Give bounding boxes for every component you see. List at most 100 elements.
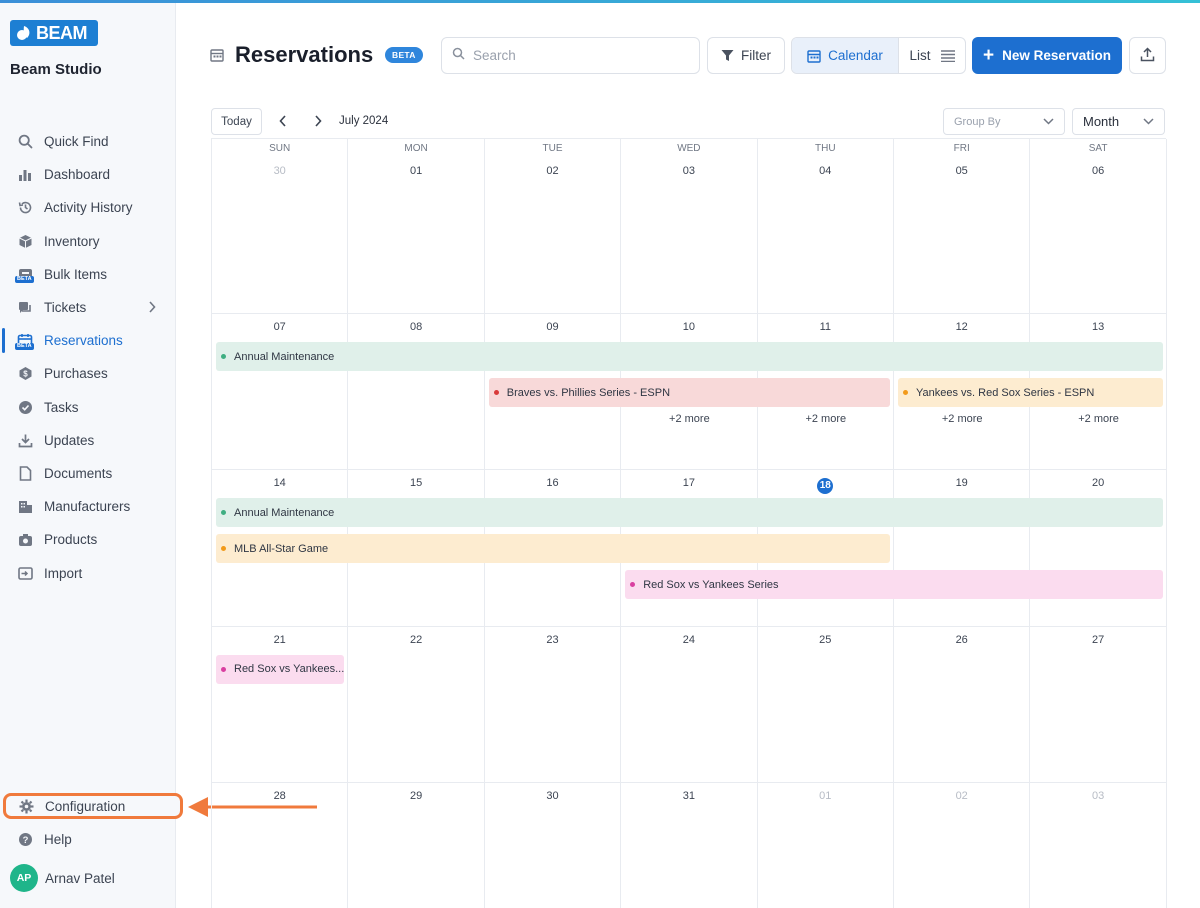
day-cell[interactable]: 24 [621, 626, 758, 783]
check-circle-icon [16, 398, 34, 416]
new-reservation-button[interactable]: + New Reservation [972, 37, 1122, 74]
day-cell[interactable]: 01 [758, 782, 894, 908]
day-cell[interactable]: 07 [212, 314, 349, 471]
reservation-event[interactable]: MLB All-Star Game [216, 534, 890, 564]
day-cell[interactable]: 04 [757, 158, 894, 315]
sidebar-item-updates[interactable]: Updates [0, 424, 176, 457]
calendar-icon [210, 48, 224, 67]
sidebar-item-label: Quick Find [44, 134, 109, 150]
filter-button[interactable]: Filter [707, 37, 785, 74]
day-cell[interactable]: 19 [894, 470, 1031, 627]
weekday-header: WED [621, 139, 758, 158]
next-month-button[interactable] [310, 113, 326, 129]
day-cell[interactable]: 29 [348, 782, 485, 908]
beam-logo[interactable]: BEAM [10, 20, 98, 46]
day-cell[interactable]: 25 [757, 626, 894, 783]
sidebar-item-products[interactable]: Products [0, 523, 176, 556]
more-events-link[interactable]: +2 more [894, 413, 1030, 425]
sidebar-item-tickets[interactable]: Tickets [0, 291, 176, 324]
reservation-event[interactable]: Red Sox vs Yankees Series [625, 570, 1163, 600]
svg-text:?: ? [22, 835, 28, 846]
day-cell[interactable]: 21 [212, 626, 349, 783]
event-dot-icon [630, 582, 636, 588]
day-cell[interactable]: 20 [1030, 470, 1167, 627]
today-button[interactable]: Today [211, 108, 262, 135]
day-number: 22 [409, 633, 423, 646]
more-events-link[interactable]: +2 more [621, 413, 757, 425]
day-number: 02 [955, 789, 968, 802]
sidebar-item-bulk-items[interactable]: BETA Bulk Items [0, 258, 176, 291]
sidebar-item-label: Reservations [44, 333, 123, 349]
day-cell[interactable]: 31 [621, 782, 758, 908]
sidebar-item-label: Manufacturers [44, 499, 131, 515]
sidebar-item-import[interactable]: Import [0, 556, 176, 589]
sidebar-item-purchases[interactable]: $ Purchases [0, 357, 176, 390]
day-cell[interactable]: 26 [894, 626, 1031, 783]
box-icon [16, 232, 34, 250]
sidebar-item-reservations[interactable]: BETA Reservations [0, 324, 176, 357]
sidebar-item-inventory[interactable]: Inventory [0, 225, 176, 258]
beta-badge: BETA [385, 47, 423, 63]
today-indicator: 18 [817, 478, 834, 495]
day-number: 01 [819, 789, 832, 802]
event-title: Annual Maintenance [234, 350, 335, 363]
top-accent-bar [0, 0, 1200, 3]
day-cell[interactable]: 23 [484, 626, 622, 783]
sidebar-item-activity-history[interactable]: Activity History [0, 191, 176, 224]
reservation-event[interactable]: Yankees vs. Red Sox Series - ESPN [898, 378, 1163, 408]
history-icon [16, 199, 34, 217]
avatar: AP [10, 864, 38, 892]
search-input[interactable] [473, 48, 673, 63]
day-cell[interactable]: 03 [621, 158, 758, 315]
day-cell[interactable]: 02 [894, 782, 1031, 908]
export-button[interactable] [1129, 37, 1166, 74]
day-cell[interactable]: 05 [894, 158, 1031, 315]
group-by-select[interactable]: Group By [943, 108, 1065, 135]
reservation-event[interactable]: Annual Maintenance [216, 342, 1163, 372]
event-title: Annual Maintenance [234, 506, 335, 519]
sidebar-item-quick-find[interactable]: Quick Find [0, 125, 176, 158]
day-cell[interactable]: 02 [484, 158, 622, 315]
list-view-button[interactable]: List [899, 38, 965, 73]
reservation-event[interactable]: Red Sox vs Yankees... [216, 654, 345, 684]
day-cell[interactable]: 30 [485, 782, 622, 908]
day-cell[interactable]: 01 [348, 158, 485, 315]
sidebar-item-manufacturers[interactable]: Manufacturers [0, 490, 176, 523]
chevron-right-icon[interactable] [148, 301, 156, 316]
previous-month-button[interactable] [275, 113, 291, 129]
bulk-items-beta-icon: BETA [15, 265, 34, 284]
sidebar-nav: Quick Find Dashboard Activity History In… [0, 125, 176, 590]
document-icon [16, 464, 34, 482]
day-cell[interactable]: 30 [212, 158, 349, 315]
more-events-link[interactable]: +2 more [1030, 413, 1166, 425]
reservation-event[interactable]: Annual Maintenance [216, 498, 1163, 528]
reservation-event[interactable]: Braves vs. Phillies Series - ESPN [488, 378, 890, 408]
day-cell[interactable]: 08 [348, 314, 485, 471]
user-profile[interactable]: AP Arnav Patel [10, 864, 115, 892]
search-box[interactable] [441, 37, 700, 74]
event-title: Braves vs. Phillies Series - ESPN [506, 386, 671, 399]
day-number: 30 [546, 789, 559, 802]
day-cell[interactable]: 27 [1030, 626, 1167, 783]
day-cell[interactable]: 22 [348, 626, 485, 783]
day-cell[interactable]: 03 [1030, 782, 1167, 908]
more-events-link[interactable]: +2 more [758, 413, 894, 425]
view-range-select[interactable]: Month [1072, 108, 1165, 135]
day-number: 12 [955, 321, 968, 334]
current-month-label: July 2024 [339, 115, 389, 127]
sidebar-item-configuration[interactable]: Configuration [3, 793, 183, 819]
day-cell[interactable]: 06 [1030, 158, 1167, 315]
sidebar-item-label: Bulk Items [44, 266, 108, 282]
calendar-view-button[interactable]: Calendar [792, 38, 899, 73]
sidebar-item-tasks[interactable]: Tasks [0, 391, 176, 424]
day-cell[interactable]: 28 [212, 782, 349, 908]
sidebar-item-dashboard[interactable]: Dashboard [0, 158, 176, 191]
plus-icon: + [983, 45, 995, 66]
sidebar-item-documents[interactable]: Documents [0, 457, 176, 490]
day-number: 08 [409, 321, 423, 334]
calendar-icon [807, 49, 821, 63]
sidebar-item-help[interactable]: ? Help [16, 830, 72, 848]
day-number: 14 [273, 477, 286, 490]
view-toggle: Calendar List [791, 37, 966, 74]
sidebar-item-label: Activity History [44, 200, 133, 216]
